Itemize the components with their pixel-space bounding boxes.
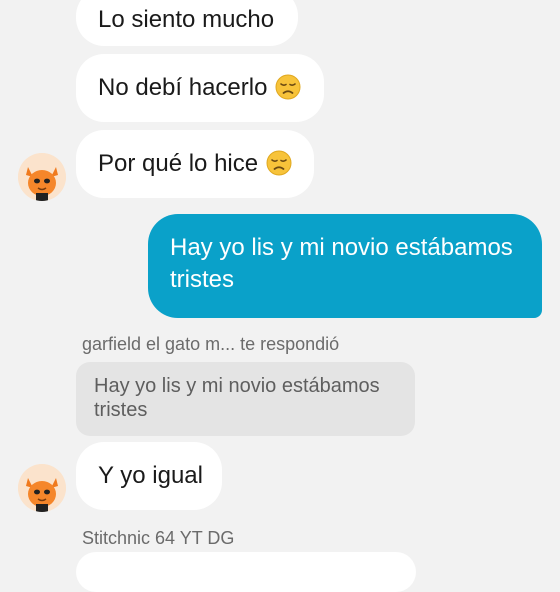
orange-cat-avatar[interactable] (18, 464, 66, 512)
message-text: Lo siento mucho (98, 6, 275, 33)
disappointed-face-icon (275, 74, 301, 100)
message-text: Hay yo lis y mi novio estábamos tristes (170, 234, 513, 293)
quoted-text: Hay yo lis y mi novio estábamos tristes (94, 375, 380, 421)
message-bubble-incoming[interactable]: Y yo igual (76, 442, 222, 510)
message-bubble-incoming[interactable]: Por qué lo hice (76, 130, 314, 198)
message-text: Por qué lo hice (98, 150, 259, 177)
message-bubble-outgoing[interactable]: Hay yo lis y mi novio estábamos tristes (148, 214, 542, 318)
orange-cat-avatar[interactable] (18, 153, 66, 201)
message-text: No debí hacerlo (98, 74, 268, 101)
sender-name: Stitchnic 64 YT DG (82, 528, 235, 548)
message-bubble-incoming[interactable]: Lo siento mucho (76, 0, 298, 46)
message-bubble-incoming-partial[interactable] (76, 552, 416, 592)
message-text: Y yo igual (98, 462, 203, 489)
quoted-message[interactable]: Hay yo lis y mi novio estábamos tristes (76, 362, 415, 436)
message-bubble-incoming[interactable]: No debí hacerlo (76, 54, 324, 122)
reply-header: garfield el gato m... te respondió (82, 334, 340, 354)
disappointed-face-icon (266, 150, 292, 176)
